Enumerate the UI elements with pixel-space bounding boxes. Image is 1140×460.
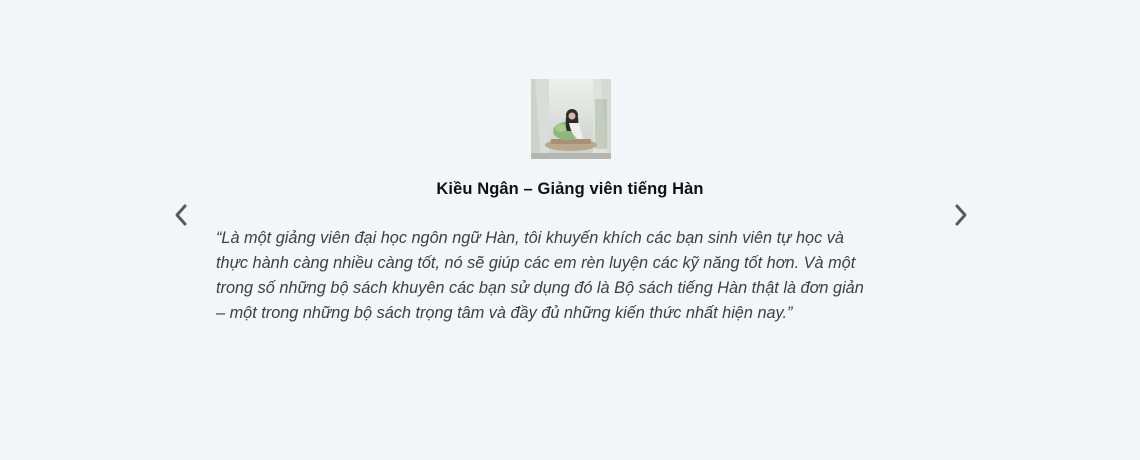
testimonial-slide: Kiều Ngân – Giảng viên tiếng Hàn “Là một…	[0, 0, 1140, 460]
quote-line: trong số những bộ sách khuyên các bạn sử…	[216, 279, 864, 297]
previous-slide-button[interactable]	[166, 200, 196, 230]
quote-line: thực hành càng nhiều càng tốt, nó sẽ giú…	[216, 254, 856, 272]
chevron-left-icon	[175, 204, 187, 226]
testimonial-section: Kiều Ngân – Giảng viên tiếng Hàn “Là một…	[0, 0, 1140, 460]
avatar-photo	[531, 79, 611, 159]
chevron-right-icon	[955, 204, 967, 226]
quote-line: – một trong những bộ sách trọng tâm và đ…	[216, 304, 793, 322]
testimonial-quote: “Là một giảng viên đại học ngôn ngữ Hàn,…	[216, 226, 928, 326]
avatar	[531, 79, 611, 159]
next-slide-button[interactable]	[946, 200, 976, 230]
testimonial-author: Kiều Ngân – Giảng viên tiếng Hàn	[436, 180, 704, 198]
quote-line: “Là một giảng viên đại học ngôn ngữ Hàn,…	[216, 229, 844, 247]
